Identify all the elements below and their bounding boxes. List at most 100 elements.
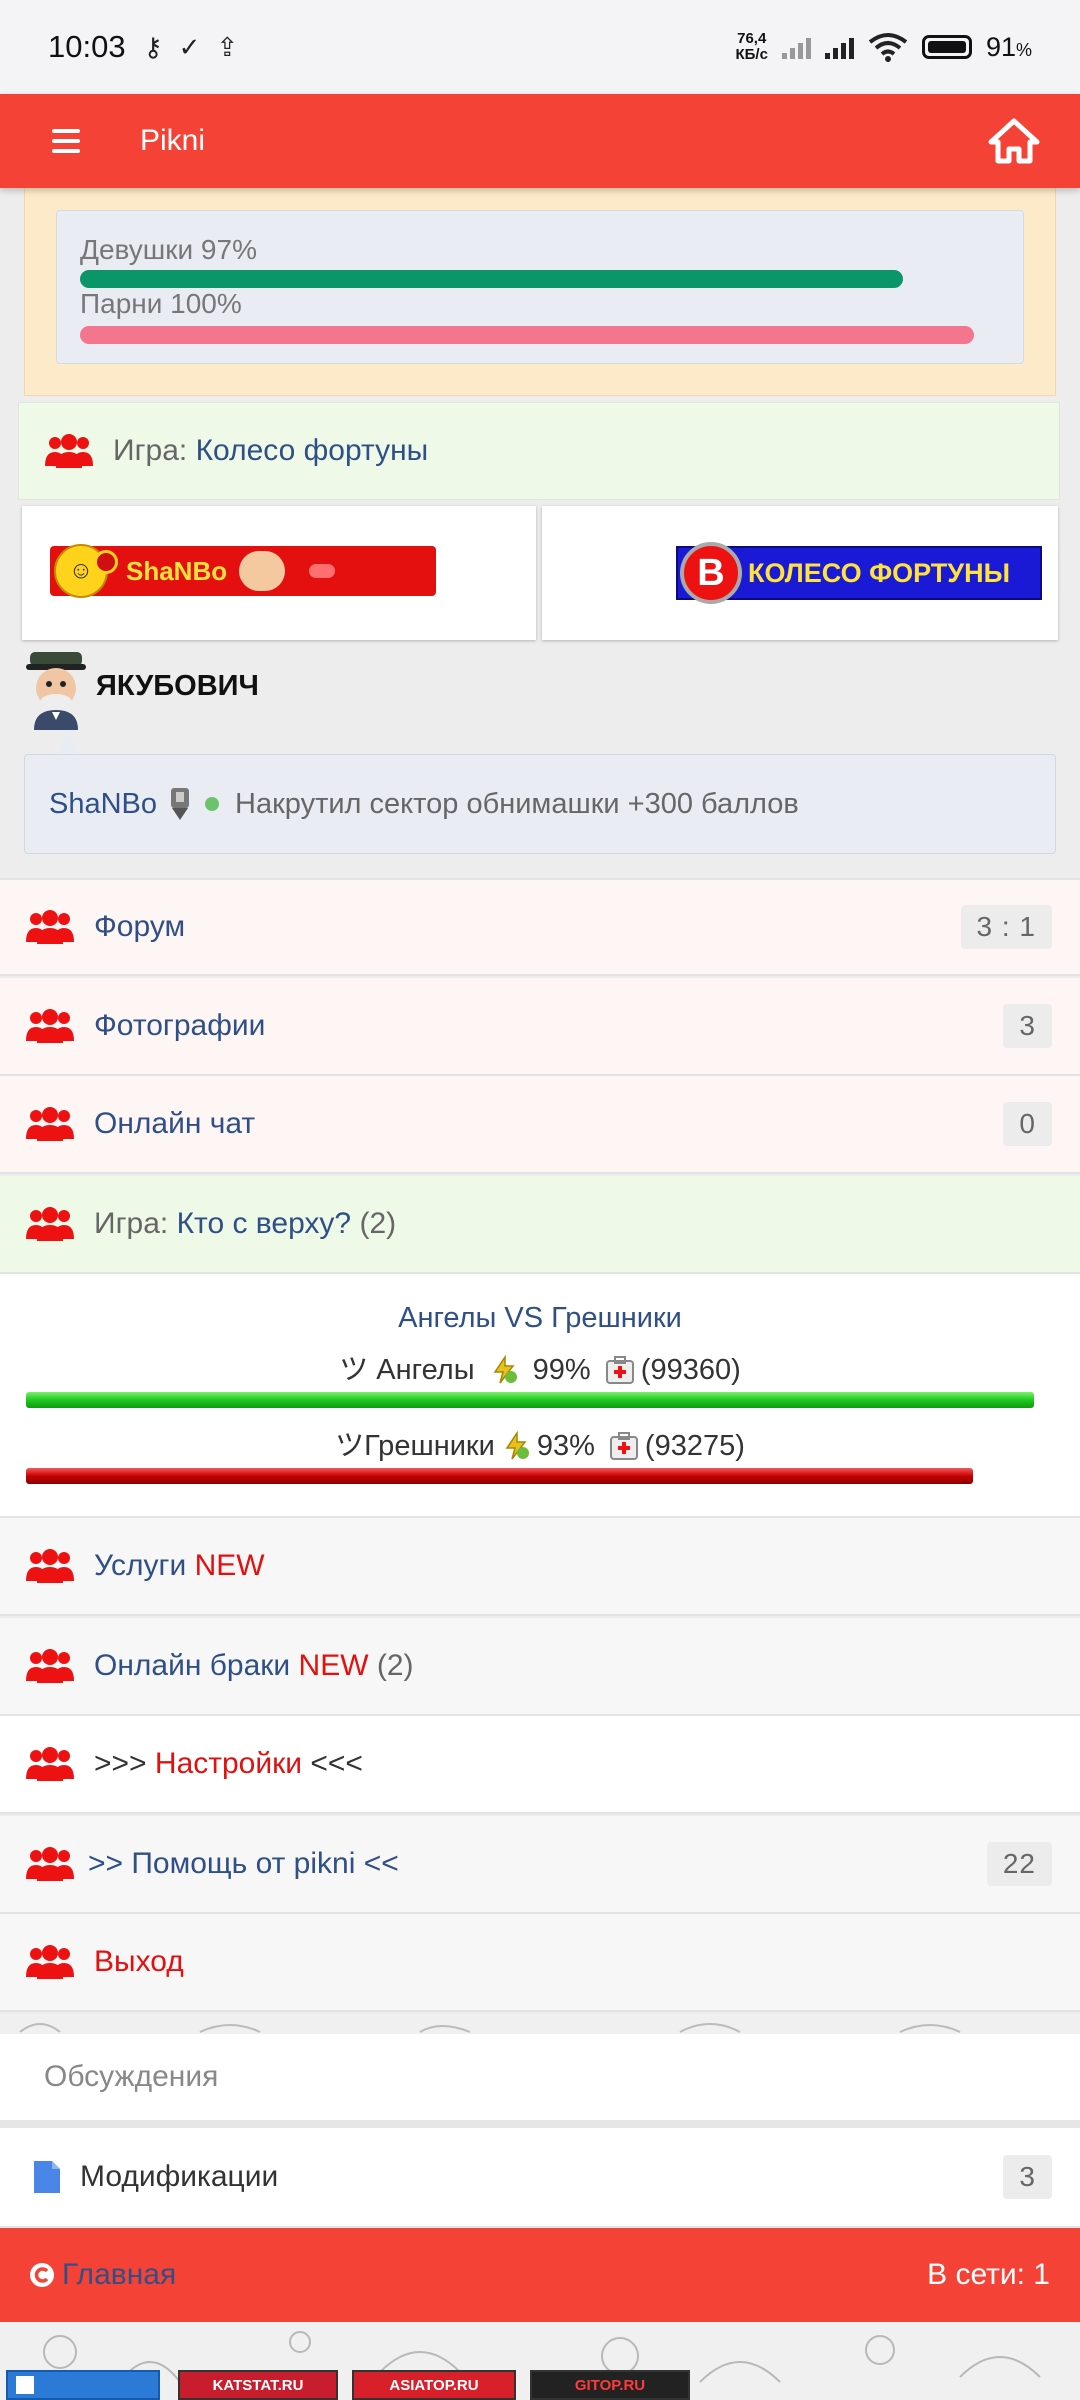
wifi-icon xyxy=(868,33,908,62)
users-icon xyxy=(26,1009,74,1043)
upload-icon: ⇪ xyxy=(216,31,239,62)
battery-percent: 91% xyxy=(986,32,1032,63)
wheel-banner[interactable]: B КОЛЕСО ФОРТУНЫ xyxy=(676,542,1042,604)
mods-label: Модификации xyxy=(80,2160,279,2193)
battle-title[interactable]: Ангелы VS Грешники xyxy=(0,1302,1080,1335)
user-rank-icon xyxy=(171,788,190,820)
menu-item-badge: 0 xyxy=(1003,1102,1052,1146)
mods-row[interactable]: Модификации 3 xyxy=(0,2128,1080,2228)
check-icon: ✓ xyxy=(178,31,201,62)
home-icon[interactable] xyxy=(988,118,1040,164)
menu-item-chat[interactable]: Онлайн чат 0 xyxy=(0,1076,1080,1174)
angels-hp: (99360) xyxy=(640,1354,741,1386)
discussions-header[interactable]: Обсуждения xyxy=(0,2034,1080,2120)
copyright-icon xyxy=(30,2263,54,2287)
game-top-link[interactable]: Кто с верху? xyxy=(177,1207,352,1241)
menu-item-settings[interactable]: >>> Настройки <<< xyxy=(0,1716,1080,1814)
game-top-row[interactable]: Игра: Кто с верху? (2) xyxy=(0,1176,1080,1274)
logout-label: Выход xyxy=(94,1945,184,1978)
users-icon xyxy=(45,434,93,468)
menu-item-services[interactable]: Услуги NEW xyxy=(0,1518,1080,1616)
battery-value: 91 xyxy=(985,31,1016,62)
host-avatar xyxy=(26,652,86,730)
divider xyxy=(0,2120,1080,2128)
menu-item-photos[interactable]: Фотографии 3 xyxy=(0,978,1080,1076)
counter-label: KATSTAT.RU xyxy=(212,2376,304,2394)
users-icon xyxy=(26,1945,74,1979)
counter-katstat[interactable]: KATSTAT.RU xyxy=(178,2370,338,2400)
poll-boys-bar xyxy=(80,326,974,344)
host-message: ShaNBo Накрутил сектор обнимашки +300 ба… xyxy=(24,754,1056,854)
online-count[interactable]: В сети: 1 xyxy=(927,2258,1050,2292)
app-title[interactable]: Pikni xyxy=(140,124,205,158)
wheel-banner-card[interactable]: B КОЛЕСО ФОРТУНЫ xyxy=(542,506,1058,640)
host-name: ЯКУБОВИЧ xyxy=(96,670,259,702)
menu-icon[interactable] xyxy=(52,123,80,159)
game-wheel-prefix: Игра: xyxy=(113,434,188,467)
menu-item-badge: 3 xyxy=(1003,1004,1052,1048)
battle-panel: Ангелы VS Грешники ツ Ангелы 99% (99360) … xyxy=(0,1274,1080,1518)
menu-item-marriages[interactable]: Онлайн браки NEW (2) xyxy=(0,1618,1080,1716)
users-icon xyxy=(26,1649,74,1683)
status-bar: 10:03 ⚷ ✓ ⇪ 76,4 КБ/с 91% xyxy=(0,0,1080,94)
settings-prefix: >>> xyxy=(94,1747,147,1780)
angels-name: ツ Ангелы xyxy=(339,1354,475,1386)
menu-item-help[interactable]: >> Помощь от pikni << 22 xyxy=(0,1816,1080,1914)
key-icon: ⚷ xyxy=(143,31,163,62)
logout-button[interactable]: Выход xyxy=(0,1914,1080,2012)
app-bar: Pikni xyxy=(0,94,1080,188)
discussions-label: Обсуждения xyxy=(44,2060,219,2093)
home-link[interactable]: Главная xyxy=(62,2258,176,2292)
couple-icon xyxy=(239,551,286,591)
counter-label: GITOP.RU xyxy=(574,2376,646,2394)
speed-unit: КБ/с xyxy=(735,46,768,63)
doodle-background xyxy=(0,2014,1080,2034)
new-badge: NEW xyxy=(194,1549,265,1582)
menu-item-badge: 3 : 1 xyxy=(960,905,1052,949)
sinners-line: ツГрешники 93% (93275) xyxy=(0,1422,1080,1464)
online-dot xyxy=(205,797,220,811)
lips-icon xyxy=(309,564,336,578)
counter-asiatop[interactable]: ASIATOP.RU xyxy=(352,2370,516,2400)
marriages-count: (2) xyxy=(376,1649,414,1682)
wheel-logo-icon: B xyxy=(680,542,742,604)
message-text: Накрутил сектор обнимашки +300 баллов xyxy=(235,787,799,820)
sinners-hp-bar xyxy=(26,1468,973,1484)
medkit-icon xyxy=(605,1356,634,1384)
angels-percent: 99% xyxy=(532,1354,591,1386)
sinners-hp: (93275) xyxy=(644,1430,745,1462)
mods-badge: 3 xyxy=(1003,2155,1052,2199)
message-user[interactable]: ShaNBo xyxy=(49,788,157,821)
counter-liveinternet[interactable] xyxy=(6,2370,160,2400)
sinners-name: ツГрешники xyxy=(335,1430,495,1462)
menu-item-forum[interactable]: Форум 3 : 1 xyxy=(0,878,1080,976)
services-label: Услуги xyxy=(94,1549,187,1582)
wheel-banner-text: КОЛЕСО ФОРТУНЫ xyxy=(748,557,1011,588)
poll-girls-label: Девушки 97% xyxy=(80,234,257,265)
signal-1-icon xyxy=(781,35,811,59)
document-icon xyxy=(34,2161,60,2193)
footer-bar: Главная В сети: 1 xyxy=(0,2228,1080,2322)
game-wheel-link[interactable]: Колесо фортуны xyxy=(196,434,429,468)
users-icon xyxy=(26,910,74,944)
settings-label: Настройки xyxy=(154,1747,303,1780)
signal-2-icon xyxy=(824,35,854,59)
menu-item-label: Фотографии xyxy=(94,1009,266,1042)
medkit-icon xyxy=(609,1432,638,1460)
menu-item-label: Форум xyxy=(94,910,186,943)
help-label: >> Помощь от pikni << xyxy=(88,1847,399,1880)
shanbo-banner-card[interactable]: ☺ ShaNBo xyxy=(22,506,536,640)
help-badge: 22 xyxy=(986,1842,1052,1886)
speed-value: 76,4 xyxy=(737,30,767,47)
counter-gitop[interactable]: GITOP.RU xyxy=(530,2370,690,2400)
game-wheel-row[interactable]: Игра: Колесо фортуны xyxy=(18,402,1060,500)
shanbo-banner[interactable]: ☺ ShaNBo xyxy=(50,544,436,598)
poll-boys-label: Парни 100% xyxy=(80,288,242,319)
energy-icon xyxy=(493,1355,517,1384)
angels-line: ツ Ангелы 99% (99360) xyxy=(0,1346,1080,1388)
battery-unit: % xyxy=(1015,39,1032,60)
energy-icon xyxy=(505,1431,529,1460)
users-icon xyxy=(26,1549,74,1583)
new-badge: NEW xyxy=(298,1649,369,1682)
menu-item-label: Онлайн чат xyxy=(94,1107,256,1140)
